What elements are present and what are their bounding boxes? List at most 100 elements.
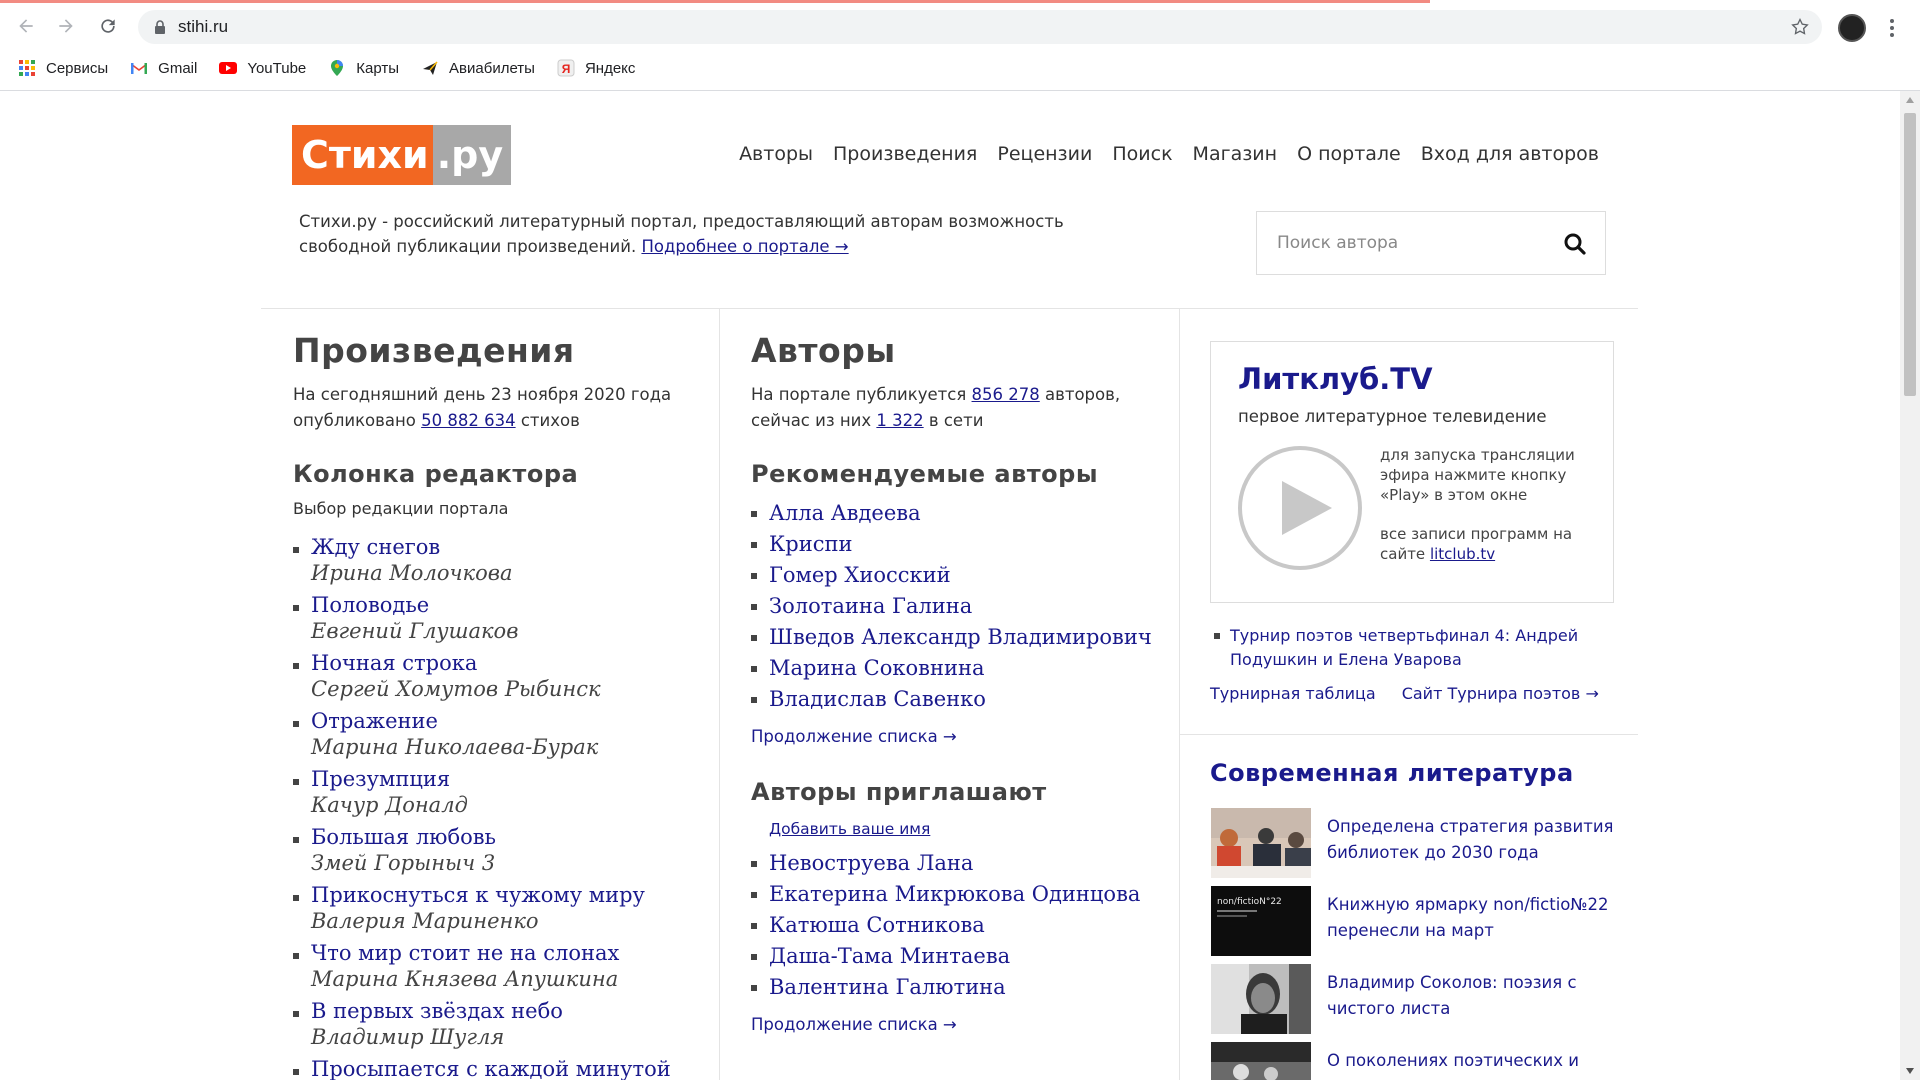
scrollbar-thumb[interactable] <box>1904 113 1916 396</box>
nav-authors[interactable]: Авторы <box>739 143 813 165</box>
litclub-site-link[interactable]: litclub.tv <box>1430 545 1495 563</box>
author-link[interactable]: Марина Соковнина <box>769 653 1171 684</box>
add-your-name-link[interactable]: Добавить ваше имя <box>769 820 1171 838</box>
work-title-link[interactable]: Жду снегов <box>311 534 693 560</box>
page-scrollbar[interactable] <box>1900 91 1920 1080</box>
author-link[interactable]: Даша-Тама Минтаева <box>769 941 1171 972</box>
work-title-link[interactable]: Просыпается с каждой минутой <box>311 1056 693 1080</box>
about-portal-link[interactable]: Подробнее о портале → <box>641 237 848 256</box>
tournament-site-link[interactable]: Сайт Турнира поэтов → <box>1402 684 1599 703</box>
list-item: Отражение Марина Николаева-Бурак <box>293 708 693 760</box>
news-thumbnail[interactable]: non/fictioN°22 <box>1211 886 1311 956</box>
address-bar[interactable]: stihi.ru <box>138 10 1822 44</box>
news-title[interactable]: Определена стратегия развития библиотек … <box>1327 814 1627 866</box>
invited-more-link[interactable]: Продолжение списка → <box>751 1015 1171 1034</box>
authors-title: Авторы <box>751 331 896 370</box>
thumb-caption: non/fictioN°22 <box>1217 897 1282 907</box>
news-item[interactable]: non/fictioN°22 Книжную ярмарку non/ficti… <box>1211 886 1641 958</box>
work-author[interactable]: Сергей Хомутов Рыбинск <box>311 676 693 702</box>
author-link[interactable]: Гомер Хиосский <box>769 560 1171 591</box>
work-author[interactable]: Качур Доналд <box>311 792 693 818</box>
news-title[interactable]: Владимир Соколов: поэзия с чистого листа <box>1327 970 1627 1022</box>
author-link[interactable]: Катюша Сотникова <box>769 910 1171 941</box>
tournament-table-link[interactable]: Турнирная таблица <box>1210 684 1376 703</box>
logo-suffix: .ру <box>432 125 512 185</box>
nav-reviews[interactable]: Рецензии <box>997 143 1092 165</box>
author-link[interactable]: Алла Авдеева <box>769 498 1171 529</box>
site-logo[interactable]: Стихи .ру <box>292 125 512 185</box>
work-title-link[interactable]: Прикоснуться к чужому миру <box>311 882 693 908</box>
bookmark-gmail[interactable]: Gmail <box>130 59 197 77</box>
scroll-down-arrow-icon[interactable] <box>1906 1068 1914 1074</box>
work-author[interactable]: Владимир Шугля <box>311 1024 693 1050</box>
modern-literature-title[interactable]: Современная литература <box>1210 759 1574 787</box>
author-link[interactable]: Екатерина Микрюкова Одинцова <box>769 879 1171 910</box>
author-link[interactable]: Владислав Савенко <box>769 684 1171 715</box>
nav-works[interactable]: Произведения <box>833 143 977 165</box>
works-title: Произведения <box>293 331 575 370</box>
author-search-input[interactable] <box>1257 212 1557 274</box>
news-item[interactable]: О поколениях поэтических и <box>1211 1042 1641 1080</box>
work-title-link[interactable]: Отражение <box>311 708 693 734</box>
author-link[interactable]: Золотаина Галина <box>769 591 1171 622</box>
nav-login[interactable]: Вход для авторов <box>1421 143 1599 165</box>
scroll-up-arrow-icon[interactable] <box>1906 97 1914 103</box>
work-author[interactable]: Змей Горыныч 3 <box>311 850 693 876</box>
editor-column-title: Колонка редактора <box>293 460 579 488</box>
play-icon[interactable] <box>1237 445 1363 571</box>
list-item: Екатерина Микрюкова Одинцова <box>751 879 1171 910</box>
bookmark-flights[interactable]: Авиабилеты <box>421 59 535 77</box>
authors-count-link[interactable]: 856 278 <box>972 385 1040 404</box>
arrow-right-icon <box>59 19 73 33</box>
news-title[interactable]: Книжную ярмарку non/fictio№22 перенесли … <box>1327 892 1627 944</box>
work-author[interactable]: Евгений Глушаков <box>311 618 693 644</box>
arrow-left-icon <box>19 19 33 33</box>
work-author[interactable]: Валерия Мариненко <box>311 908 693 934</box>
bookmark-maps[interactable]: Карты <box>328 59 399 77</box>
work-title-link[interactable]: В первых звёздах небо <box>311 998 693 1024</box>
authors-stat-text: На портале публикуется <box>751 385 967 404</box>
news-item[interactable]: Владимир Соколов: поэзия с чистого листа <box>1211 964 1641 1036</box>
bookmark-youtube[interactable]: YouTube <box>219 59 306 77</box>
work-title-link[interactable]: Презумпция <box>311 766 693 792</box>
litclub-title[interactable]: Литклуб.TV <box>1238 362 1433 396</box>
reload-icon <box>101 19 115 33</box>
bookmark-yandex[interactable]: Я Яндекс <box>557 59 635 77</box>
back-button[interactable] <box>12 12 40 40</box>
work-title-link[interactable]: Ночная строка <box>311 650 693 676</box>
news-thumbnail[interactable] <box>1211 964 1311 1034</box>
work-title-link[interactable]: Что мир стоит не на слонах <box>311 940 693 966</box>
work-author[interactable]: Марина Князева Апушкина <box>311 966 693 992</box>
nav-shop[interactable]: Магазин <box>1193 143 1278 165</box>
browser-menu-button[interactable] <box>1882 16 1902 40</box>
online-count-link[interactable]: 1 322 <box>876 411 923 430</box>
news-item[interactable]: Определена стратегия развития библиотек … <box>1211 808 1641 880</box>
list-item: Половодье Евгений Глушаков <box>293 592 693 644</box>
author-link[interactable]: Невоструева Лана <box>769 848 1171 879</box>
bookmark-star-icon[interactable] <box>1790 17 1810 37</box>
svg-text:Я: Я <box>562 62 571 76</box>
bookmark-services[interactable]: Сервисы <box>18 59 108 77</box>
author-link[interactable]: Валентина Галютина <box>769 972 1171 1003</box>
reload-button[interactable] <box>94 12 122 40</box>
work-title-link[interactable]: Большая любовь <box>311 824 693 850</box>
recommended-more-link[interactable]: Продолжение списка → <box>751 727 1171 746</box>
nav-about[interactable]: О портале <box>1297 143 1401 165</box>
logo-main: Стихи <box>292 125 433 185</box>
works-count-link[interactable]: 50 882 634 <box>421 411 515 430</box>
news-thumbnail[interactable] <box>1211 1042 1311 1080</box>
forward-button[interactable] <box>52 12 80 40</box>
recommended-authors-title: Рекомендуемые авторы <box>751 460 1099 488</box>
work-title-link[interactable]: Половодье <box>311 592 693 618</box>
news-thumbnail[interactable] <box>1211 808 1311 878</box>
work-author[interactable]: Марина Николаева-Бурак <box>311 734 693 760</box>
tournament-link[interactable]: Турнир поэтов четвертьфинал 4: Андрей По… <box>1212 624 1637 672</box>
author-link[interactable]: Шведов Александр Владимирович <box>769 622 1171 653</box>
search-icon[interactable] <box>1563 232 1587 256</box>
list-item: Криспи <box>751 529 1171 560</box>
nav-search[interactable]: Поиск <box>1112 143 1172 165</box>
news-title[interactable]: О поколениях поэтических и <box>1327 1048 1627 1074</box>
work-author[interactable]: Ирина Молочкова <box>311 560 693 586</box>
author-link[interactable]: Криспи <box>769 529 1171 560</box>
profile-avatar[interactable] <box>1838 14 1866 42</box>
